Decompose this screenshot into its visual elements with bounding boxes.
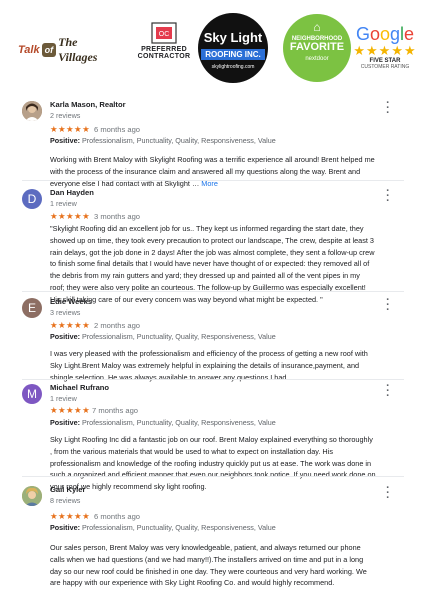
profile-photo-icon	[22, 101, 42, 121]
nextdoor-label: nextdoor	[305, 56, 329, 62]
reviewer-name[interactable]: Michael Rufrano	[50, 383, 109, 392]
review-text: Sky Light Roofing Inc did a fantastic jo…	[50, 434, 376, 493]
google-letter: o	[379, 24, 390, 44]
google-letter: g	[390, 24, 401, 44]
svg-text:OC: OC	[159, 31, 170, 38]
positive-label: Positive:	[50, 523, 80, 532]
more-options-icon[interactable]: · · ·	[384, 483, 392, 504]
divider	[22, 291, 404, 292]
review-count: 2 reviews	[50, 111, 81, 120]
positive-label: Positive:	[50, 332, 80, 341]
sky-light-roofing-logo: Sky Light ROOFING INC. skylightroofing.c…	[198, 13, 268, 83]
talk-logo-text-1: Talk	[18, 44, 40, 56]
reviewer-name[interactable]: Gail Kyler	[50, 485, 85, 494]
google-wordmark: Google	[352, 24, 418, 44]
star-rating: ★★★★★	[50, 405, 91, 415]
sky-logo-title: Sky Light	[203, 30, 263, 45]
sky-logo-subtitle: ROOFING INC.	[201, 49, 265, 60]
star-rating: ★★★★★	[50, 320, 91, 330]
review-date: 2 months ago	[94, 321, 141, 330]
reviewer-name[interactable]: Edie Weeks	[50, 297, 92, 306]
review-body: I was very pleased with the professional…	[50, 349, 368, 382]
contractor-label: CONTRACTOR	[137, 53, 191, 60]
sky-logo-website: skylightroofing.com	[211, 64, 255, 70]
owens-corning-icon: OC	[151, 22, 177, 44]
positive-label: Positive:	[50, 418, 80, 427]
house-icon: ⌂	[313, 20, 321, 34]
positive-label: Positive:	[50, 136, 80, 145]
talk-logo-text-2: of	[41, 43, 57, 57]
review-date: 7 months ago	[92, 406, 139, 415]
star-rating: ★★★★★	[50, 211, 91, 221]
positive-attributes: Positive: Professionalism, Punctuality, …	[50, 418, 276, 427]
positive-values: Professionalism, Punctuality, Quality, R…	[81, 523, 276, 532]
star-rating: ★★★★★	[50, 511, 91, 521]
favorite-label: FAVORITE	[289, 41, 345, 53]
positive-attributes: Positive: Professionalism, Punctuality, …	[50, 136, 276, 145]
review-date: 6 months ago	[94, 512, 141, 521]
more-options-icon[interactable]: · · ·	[384, 98, 392, 119]
preferred-contractor-badge: OC PREFERRED CONTRACTOR	[136, 22, 192, 74]
more-options-icon[interactable]: · · ·	[384, 186, 392, 207]
divider	[22, 180, 404, 181]
review-body: Our sales person, Brent Maloy was very k…	[50, 543, 367, 588]
reviewer-name[interactable]: Karla Mason, Realtor	[50, 100, 126, 109]
review-count: 1 review	[50, 199, 77, 208]
avatar[interactable]	[22, 101, 42, 121]
customer-rating-label: CUSTOMER RATING	[360, 64, 410, 70]
avatar[interactable]: E	[22, 298, 42, 318]
avatar[interactable]: M	[22, 384, 42, 404]
review-date: 6 months ago	[94, 125, 141, 134]
more-options-icon[interactable]: · · ·	[384, 295, 392, 316]
preferred-label: PREFERRED	[141, 46, 187, 53]
star-rating: ★★★★★	[50, 124, 91, 134]
avatar[interactable]: D	[22, 189, 42, 209]
review-count: 8 reviews	[50, 496, 81, 505]
review-count: 3 reviews	[50, 308, 81, 317]
positive-values: Professionalism, Punctuality, Quality, R…	[81, 418, 276, 427]
review-text: Our sales person, Brent Maloy was very k…	[50, 542, 376, 589]
talk-of-the-villages-logo: Talk of The Villages	[18, 35, 110, 64]
review-body: Sky Light Roofing Inc did a fantastic jo…	[50, 435, 376, 492]
review-text: Working with Brent Maloy with Skylight R…	[50, 154, 376, 189]
positive-values: Professionalism, Punctuality, Quality, R…	[81, 136, 276, 145]
neighborhood-favorite-badge: ⌂ NEIGHBORHOOD FAVORITE nextdoor	[283, 14, 351, 82]
google-letter: G	[355, 24, 370, 44]
google-stars-icon: ★★★★★	[353, 43, 417, 58]
divider	[22, 379, 404, 380]
google-five-star-badge: Google ★★★★★ FIVE STAR CUSTOMER RATING	[352, 24, 418, 70]
positive-values: Professionalism, Punctuality, Quality, R…	[81, 332, 276, 341]
review-date: 3 months ago	[94, 212, 141, 221]
divider	[22, 476, 404, 477]
avatar[interactable]	[22, 486, 42, 506]
more-options-icon[interactable]: · · ·	[384, 381, 392, 402]
profile-photo-icon	[22, 486, 42, 506]
reviewer-name[interactable]: Dan Hayden	[50, 188, 94, 197]
positive-attributes: Positive: Professionalism, Punctuality, …	[50, 332, 276, 341]
talk-logo-text-3: The Villages	[58, 35, 98, 64]
google-letter: o	[369, 24, 380, 44]
badges-row: Talk of The Villages OC PREFERRED CONTRA…	[0, 0, 426, 92]
google-letter: e	[404, 24, 415, 44]
positive-attributes: Positive: Professionalism, Punctuality, …	[50, 523, 276, 532]
review-count: 1 review	[50, 394, 77, 403]
review-text: "Skylight Roofing did an excellent job f…	[50, 223, 376, 306]
